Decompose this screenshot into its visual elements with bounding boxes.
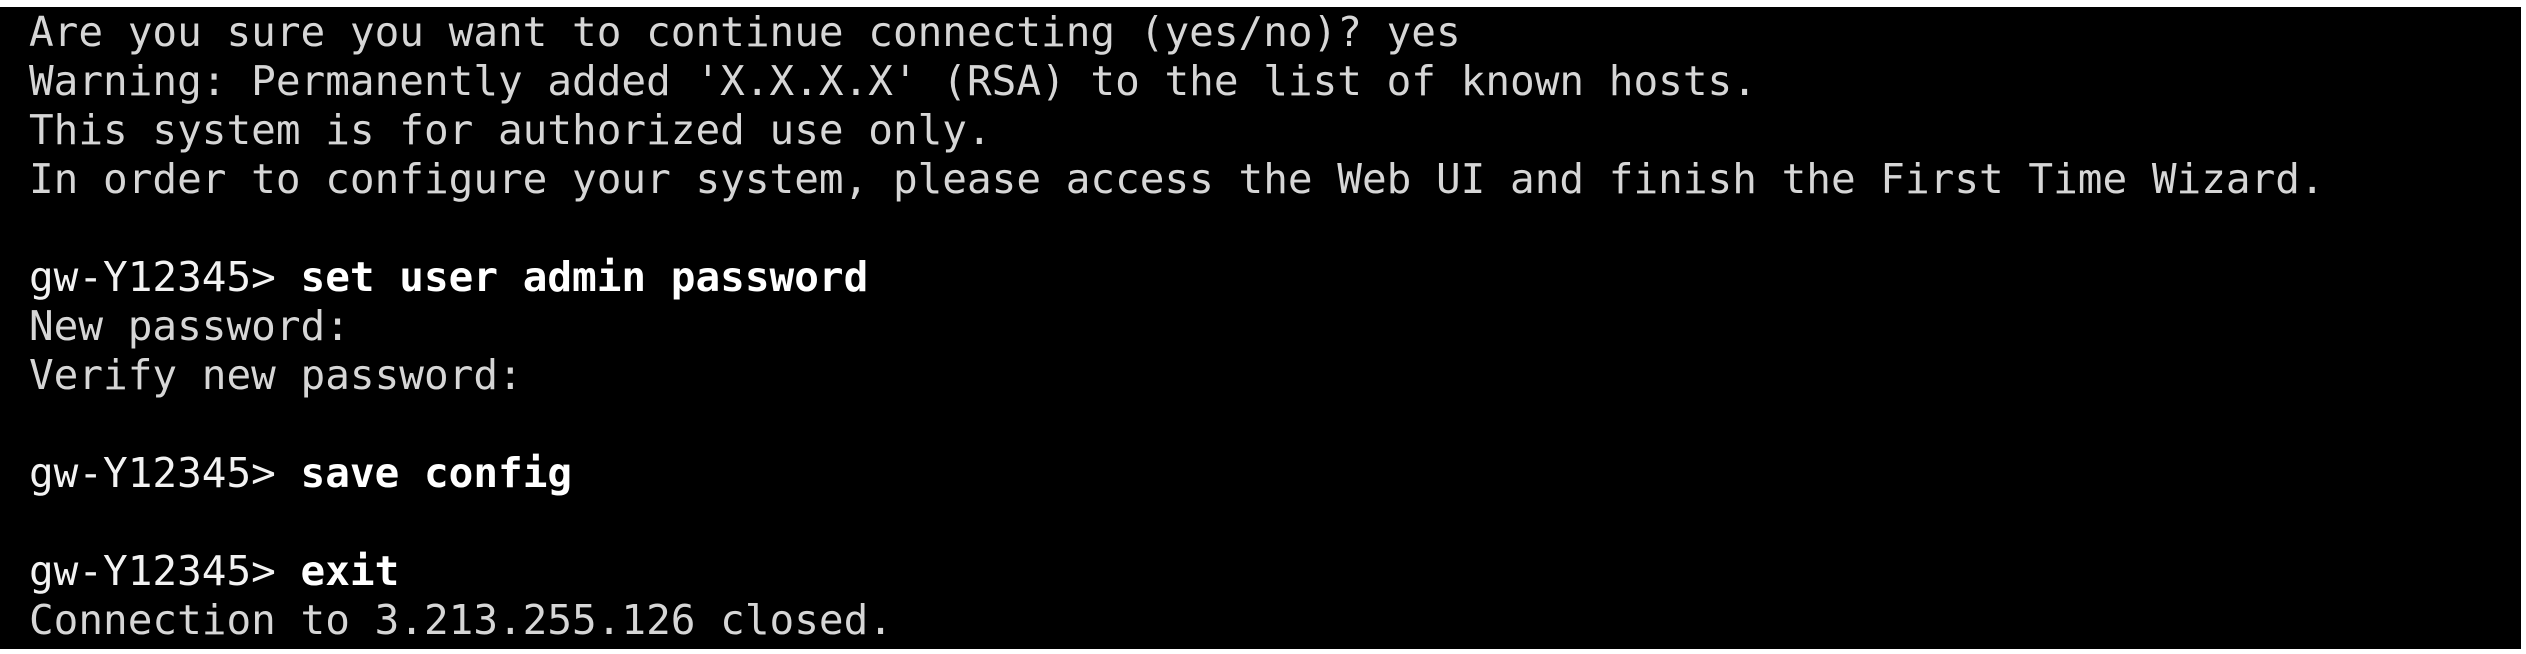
command-text: exit [300, 547, 400, 595]
output-line: Verify new password: [29, 351, 523, 399]
shell-prompt: gw-Y12345> [29, 547, 301, 595]
shell-prompt: gw-Y12345> [29, 253, 301, 301]
output-line: Are you sure you want to continue connec… [29, 8, 1461, 56]
output-line: This system is for authorized use only. [29, 106, 992, 154]
output-line: Warning: Permanently added 'X.X.X.X' (RS… [29, 57, 1757, 105]
command-line: gw-Y12345> exit [29, 547, 2521, 596]
command-text: set user admin password [300, 253, 869, 301]
output-line: In order to configure your system, pleas… [29, 155, 2325, 203]
terminal-window[interactable]: Are you sure you want to continue connec… [0, 7, 2521, 649]
command-line: gw-Y12345> save config [29, 449, 2521, 498]
shell-prompt: gw-Y12345> [29, 449, 301, 497]
output-line: New password: [29, 302, 350, 350]
command-text: save config [300, 449, 573, 497]
output-line: Connection to 3.213.255.126 closed. [29, 596, 893, 644]
command-line: gw-Y12345> set user admin password [29, 253, 2521, 302]
terminal-output: Are you sure you want to continue connec… [29, 8, 2521, 649]
